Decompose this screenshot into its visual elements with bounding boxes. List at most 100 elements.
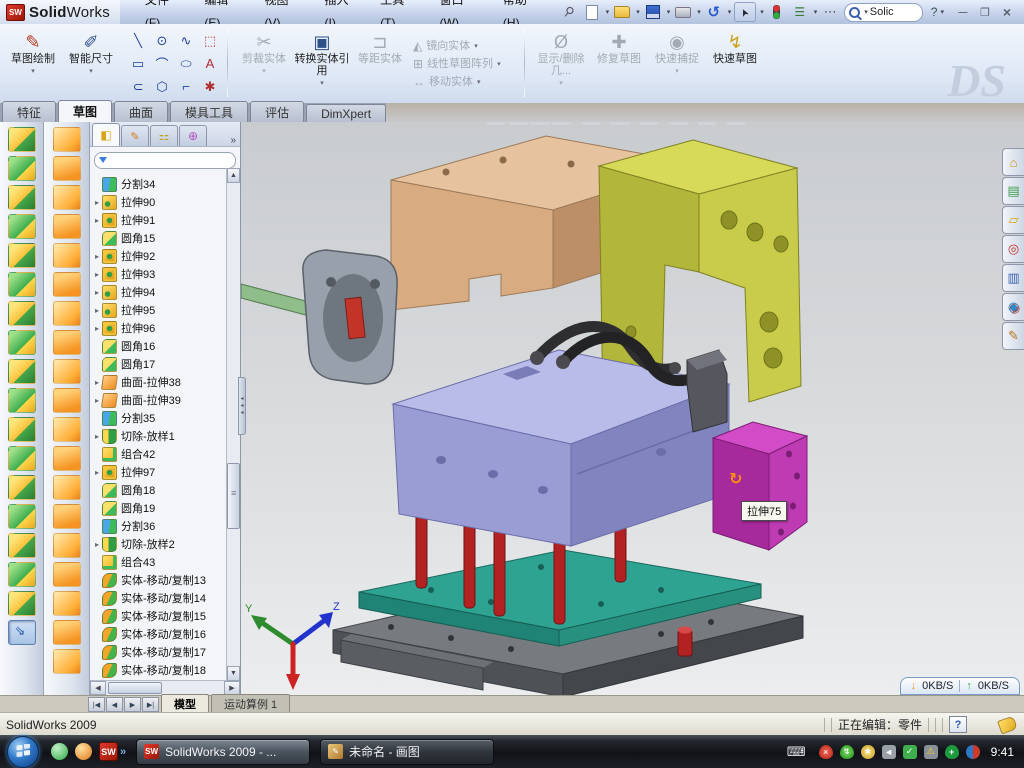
first-tab-button[interactable]: |◀ [88,697,105,712]
expand-arrow-icon[interactable]: ▸ [92,540,102,549]
section-view-icon[interactable]: ◫ [552,122,572,125]
mirror-entities-button[interactable]: ◭镜向实体▾ [413,38,521,54]
tree-item[interactable]: 实体-移动/复制13 [92,571,240,589]
view-palette-tab[interactable] [1002,264,1024,292]
fillet-surface-tool[interactable] [53,388,81,413]
tree-item[interactable]: ▸拉伸90 [92,193,240,211]
file-explorer-tab[interactable] [1002,206,1024,234]
dropdown-arrow-icon[interactable]: ▾ [477,76,481,90]
tree-item[interactable]: 圆角17 [92,355,240,373]
edit-appearance-icon[interactable]: ◉ [668,122,688,125]
volume-tray-icon[interactable]: ◄ [882,745,896,759]
tree-item[interactable]: ▸曲面-拉伸39 [92,391,240,409]
tab-模具工具[interactable]: 模具工具 [170,101,248,122]
trim-surface-tool[interactable] [53,185,81,210]
sync-tray-icon[interactable] [966,745,980,759]
save-dropdown-icon[interactable]: ▾ [667,8,671,16]
print-icon[interactable] [673,3,693,21]
scroll-thumb[interactable] [227,463,240,529]
freeform-tool[interactable] [53,272,81,297]
move-entities-button[interactable]: ↔移动实体▾ [413,74,521,90]
search-box[interactable]: ▾ [844,3,923,22]
expand-arrow-icon[interactable]: ▸ [92,288,102,297]
rapid-sketch-button[interactable]: ↯快速草图 [706,28,764,99]
circle-tool[interactable]: ⊙ [150,29,174,52]
tab-草图[interactable]: 草图 [58,100,112,122]
revolved-boss-tool[interactable] [8,156,36,181]
next-tab-button[interactable]: ▶ [124,697,141,712]
status-help-button[interactable]: ? [949,716,967,733]
appearances-scenes-tab[interactable] [1002,293,1024,321]
move-copy-body-tool[interactable] [8,475,36,500]
tree-item[interactable]: 组合42 [92,445,240,463]
options-list-dropdown-icon[interactable]: ▾ [814,8,818,16]
close-button[interactable] [1000,6,1014,18]
panel-overflow-chevron[interactable]: » [230,135,236,146]
new-file-dropdown-icon[interactable]: ▾ [606,8,610,16]
messenger-quicklaunch-icon[interactable] [51,743,68,760]
tab-DimXpert[interactable]: DimXpert [306,104,386,122]
expand-arrow-icon[interactable]: ▸ [92,270,102,279]
line-tool[interactable]: ╲ [126,29,150,52]
slot-tool[interactable]: ⊂ [126,75,150,98]
minimize-button[interactable] [956,6,970,18]
split-tool[interactable] [8,388,36,413]
print-dropdown-icon[interactable]: ▾ [697,8,701,16]
linear-pattern-tool[interactable] [8,359,36,384]
offset-entities-button[interactable]: ⊐等距实体 [351,28,409,99]
rotate-view-icon[interactable]: ↻ [530,122,550,125]
dimxpertmanager-tab[interactable] [179,125,207,146]
select-cursor-dropdown-icon[interactable]: ▾ [760,8,764,16]
swept-boss-tool[interactable] [8,214,36,239]
sketch-fillet-tool[interactable]: ⌐ [174,75,198,98]
tree-item[interactable]: ▸切除-放样2 [92,535,240,553]
open-file-icon[interactable] [612,3,632,21]
tree-filter-input[interactable] [94,152,236,169]
revolved-surface-tool[interactable] [53,156,81,181]
new-file-icon[interactable] [582,3,602,21]
save-icon[interactable] [643,3,663,21]
security-red-tray-icon[interactable]: × [819,745,833,759]
boundary-boss-tool[interactable] [8,272,36,297]
scroll-down-arrow[interactable]: ▼ [227,666,240,681]
untrim-surface-tool[interactable] [53,475,81,500]
tree-horizontal-scrollbar[interactable]: ◀ ▶ [90,680,240,695]
zoom-area-icon[interactable]: ⊞ [508,122,528,125]
restore-button[interactable] [978,6,992,18]
convert-entities-button[interactable]: ▣转换实体引用▾ [293,28,351,99]
repair-sketch-button[interactable]: ✚修复草图 [590,28,648,99]
solidworks-resources-tab[interactable] [1002,148,1024,176]
ellipse-tool[interactable]: ⬭ [174,52,198,75]
tree-item[interactable]: 实体-移动/复制16 [92,625,240,643]
pin-icon[interactable] [559,3,579,21]
sketch-pencil-button[interactable]: ✎草图绘制▾ [4,28,62,99]
reference-geometry-tool[interactable] [8,504,36,529]
rectangle-tool[interactable]: ▭ [126,52,150,75]
tree-item[interactable]: ▸拉伸97 [92,463,240,481]
dropdown-arrow-icon[interactable]: ▾ [675,67,679,75]
phone-tray-icon[interactable]: ✓ [903,745,917,759]
selection-box-tool[interactable]: ⬚ [198,29,222,52]
dropdown-arrow-icon[interactable]: ▾ [262,67,266,75]
offset-surface-tool[interactable] [53,330,81,355]
dropdown-arrow-icon[interactable]: ▾ [31,67,35,75]
dropdown-arrow-icon[interactable]: ▾ [89,67,93,75]
apply-scene-icon[interactable]: ◕ [697,122,717,125]
network-warning-tray-icon[interactable] [924,745,938,759]
dropdown-arrow-icon[interactable]: ▾ [559,79,563,87]
curve-tool[interactable] [53,649,81,674]
certificate-tray-icon[interactable]: ★ [861,745,875,759]
scroll-thumb[interactable] [108,682,162,694]
zoom-fit-icon[interactable]: ⊙ [486,122,506,125]
security-green-tray-icon[interactable]: ↯ [840,745,854,759]
graphics-viewport[interactable]: ↻ Y Z X ⊙⊞↻◫▾⬒▾▢▾∞▾◉▾◕▾▦▾ 拉伸75 ↓ [241,122,1024,695]
spline-tool[interactable]: ∿ [174,29,198,52]
dropdown-arrow-icon[interactable]: ▾ [497,58,501,72]
3d-model-canvas[interactable]: ↻ Y Z X [241,122,1024,695]
prev-tab-button[interactable]: ◀ [106,697,123,712]
undo-dropdown-icon[interactable]: ▾ [728,8,732,16]
combine-tool[interactable] [8,446,36,471]
tree-item[interactable]: ▸拉伸95 [92,301,240,319]
taskbar-task-solidworks[interactable]: SWSolidWorks 2009 - ... [136,739,310,765]
thicken-tool[interactable] [53,533,81,558]
